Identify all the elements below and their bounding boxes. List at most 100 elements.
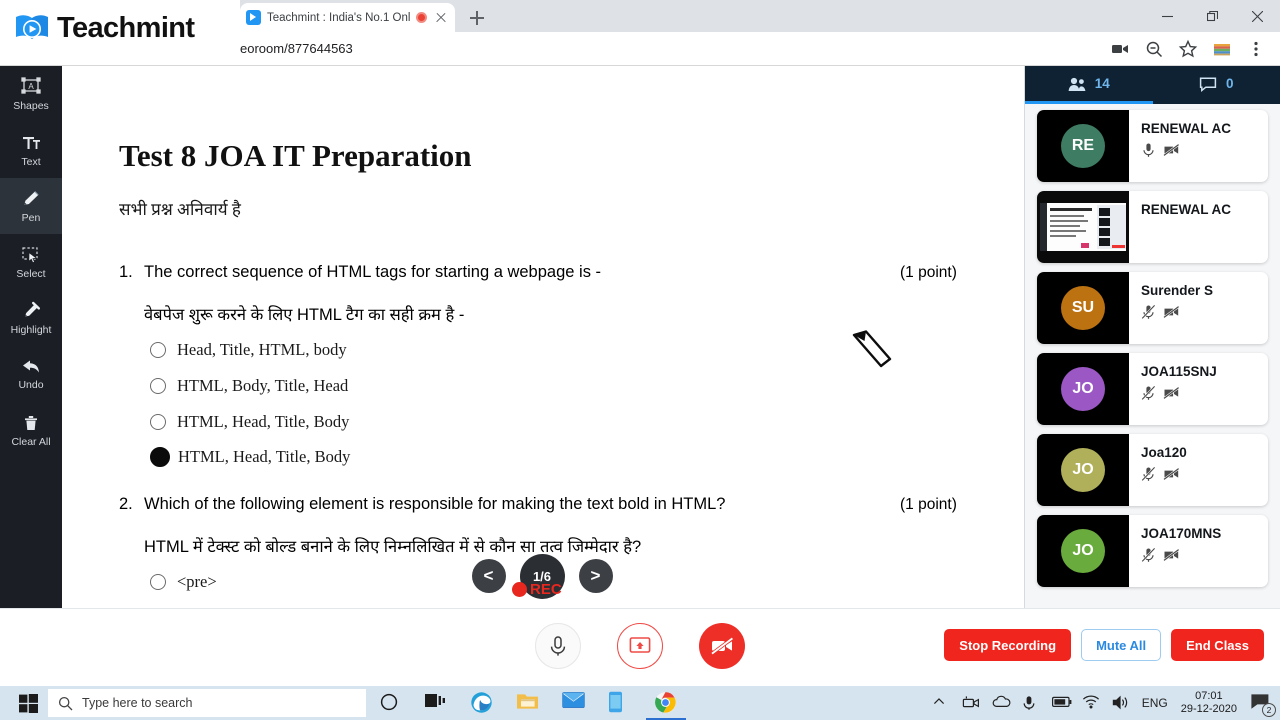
radio-button[interactable] bbox=[150, 378, 166, 394]
radio-button-marked[interactable] bbox=[150, 447, 170, 467]
onedrive-icon[interactable] bbox=[992, 695, 1011, 712]
pen-icon bbox=[24, 190, 39, 205]
mic-off-icon bbox=[1141, 304, 1156, 320]
tab-title: Teachmint : India's No.1 Onl bbox=[267, 11, 410, 24]
chrome-icon[interactable] bbox=[646, 691, 686, 720]
microphone-tray-icon[interactable] bbox=[1022, 695, 1039, 712]
panel-tabs: 14 0 bbox=[1025, 66, 1280, 104]
close-icon[interactable] bbox=[1235, 0, 1280, 32]
minimize-icon[interactable] bbox=[1145, 0, 1190, 32]
shared-document[interactable]: Test 8 JOA IT Preparation सभी प्रश्न अनि… bbox=[62, 66, 1024, 608]
option-row[interactable]: <pre> bbox=[150, 572, 217, 592]
camera-off-icon bbox=[710, 637, 734, 655]
participant-card[interactable]: SU Surender S bbox=[1037, 272, 1268, 344]
tool-undo[interactable]: Undo bbox=[0, 346, 62, 402]
whiteboard-toolbar: A Shapes Text Pen Select Highlight Undo … bbox=[0, 66, 62, 608]
task-view-icon[interactable] bbox=[424, 691, 448, 715]
notifications-button[interactable]: 2 bbox=[1250, 692, 1276, 717]
participant-name: JOA115SNJ bbox=[1141, 364, 1217, 379]
shapes-icon: A bbox=[21, 76, 41, 94]
tool-highlight[interactable]: Highlight bbox=[0, 290, 62, 346]
start-button[interactable] bbox=[8, 686, 48, 720]
question-number: 2. bbox=[119, 495, 133, 513]
option-label: HTML, Body, Title, Head bbox=[177, 376, 349, 395]
end-class-button[interactable]: End Class bbox=[1171, 629, 1264, 661]
zoom-out-icon[interactable] bbox=[1144, 39, 1164, 59]
option-row[interactable]: Head, Title, HTML, body bbox=[150, 340, 347, 360]
window-controls bbox=[1145, 0, 1280, 32]
participant-info: RENEWAL AC bbox=[1129, 191, 1268, 263]
radio-button[interactable] bbox=[150, 574, 166, 590]
close-icon[interactable] bbox=[433, 10, 449, 26]
teachmint-favicon bbox=[246, 10, 261, 25]
option-row[interactable]: HTML, Body, Title, Head bbox=[150, 376, 348, 396]
stop-recording-button[interactable]: Stop Recording bbox=[944, 629, 1072, 661]
camera-tray-icon[interactable] bbox=[962, 695, 979, 712]
tab-chat[interactable]: 0 bbox=[1153, 66, 1280, 104]
language-indicator[interactable]: ENG bbox=[1142, 696, 1168, 710]
prev-page-button[interactable]: < bbox=[471, 559, 506, 593]
next-page-button[interactable]: > bbox=[578, 559, 613, 593]
system-tray: ENG 07:01 29-12-2020 2 bbox=[932, 686, 1280, 720]
search-input[interactable]: Type here to search bbox=[48, 689, 366, 717]
page-title: Test 8 JOA IT Preparation bbox=[119, 138, 472, 173]
clock[interactable]: 07:01 29-12-2020 bbox=[1181, 690, 1237, 716]
option-label: HTML, Head, Title, Body bbox=[178, 447, 351, 466]
battery-icon[interactable] bbox=[1051, 695, 1072, 712]
option-label: HTML, Head, Title, Body bbox=[177, 412, 350, 431]
radio-button[interactable] bbox=[150, 414, 166, 430]
stop-screenshare-button[interactable] bbox=[617, 623, 663, 669]
tool-pen[interactable]: Pen bbox=[0, 178, 62, 234]
chrome-menu-icon[interactable] bbox=[1246, 39, 1266, 59]
mute-all-button[interactable]: Mute All bbox=[1081, 629, 1162, 661]
participant-card[interactable]: RENEWAL AC bbox=[1037, 191, 1268, 263]
avatar: JO bbox=[1061, 367, 1105, 411]
phone-icon[interactable] bbox=[608, 691, 632, 715]
screenshare-thumbnail bbox=[1037, 191, 1129, 263]
extension-icon[interactable] bbox=[1212, 39, 1232, 59]
restore-icon[interactable] bbox=[1190, 0, 1235, 32]
bookmark-star-icon[interactable] bbox=[1178, 39, 1198, 59]
search-placeholder: Type here to search bbox=[82, 696, 193, 710]
participant-card[interactable]: JO Joa120 bbox=[1037, 434, 1268, 506]
new-tab-button[interactable] bbox=[466, 7, 488, 29]
clock-date: 29-12-2020 bbox=[1180, 703, 1237, 715]
tool-label: Highlight bbox=[10, 323, 52, 336]
tool-clear-all[interactable]: Clear All bbox=[0, 402, 62, 458]
tool-shapes[interactable]: A Shapes bbox=[0, 66, 62, 122]
radio-button[interactable] bbox=[150, 342, 166, 358]
file-explorer-icon[interactable] bbox=[516, 691, 540, 715]
trash-icon bbox=[25, 415, 37, 430]
microphone-button[interactable] bbox=[535, 623, 581, 669]
recording-dot-icon bbox=[416, 12, 427, 23]
tab-participants[interactable]: 14 bbox=[1025, 66, 1153, 104]
participant-card[interactable]: JO JOA170MNS bbox=[1037, 515, 1268, 587]
camera-button[interactable] bbox=[699, 623, 745, 669]
undo-icon bbox=[23, 360, 39, 372]
recording-dot-icon bbox=[512, 582, 527, 597]
cortana-icon[interactable] bbox=[378, 691, 402, 715]
teachmint-logo: Teachmint bbox=[0, 0, 240, 56]
address-bar[interactable]: eoroom/877644563 bbox=[240, 41, 353, 56]
option-row-marked[interactable]: HTML, Head, Title, Body bbox=[150, 447, 350, 467]
media-controls bbox=[535, 623, 745, 669]
browser-tab[interactable]: Teachmint : India's No.1 Onl bbox=[240, 3, 455, 32]
participant-thumbnail: RE bbox=[1037, 110, 1129, 182]
tool-text[interactable]: Text bbox=[0, 122, 62, 178]
participant-thumbnail: JO bbox=[1037, 515, 1129, 587]
avatar: RE bbox=[1061, 124, 1105, 168]
tool-select[interactable]: Select bbox=[0, 234, 62, 290]
document-subtitle: सभी प्रश्न अनिवार्य है bbox=[119, 200, 241, 219]
show-hidden-icons-icon[interactable] bbox=[932, 695, 949, 712]
option-row[interactable]: HTML, Head, Title, Body bbox=[150, 412, 349, 432]
mail-icon[interactable] bbox=[562, 691, 586, 715]
media-cast-icon[interactable] bbox=[1110, 39, 1130, 59]
notification-count: 2 bbox=[1262, 703, 1276, 717]
volume-icon[interactable] bbox=[1112, 695, 1129, 712]
edge-icon[interactable] bbox=[470, 691, 494, 715]
taskbar-apps bbox=[378, 686, 686, 720]
participant-card[interactable]: RE RENEWAL AC bbox=[1037, 110, 1268, 182]
avatar: JO bbox=[1061, 529, 1105, 573]
wifi-icon[interactable] bbox=[1082, 695, 1099, 712]
participant-card[interactable]: JO JOA115SNJ bbox=[1037, 353, 1268, 425]
